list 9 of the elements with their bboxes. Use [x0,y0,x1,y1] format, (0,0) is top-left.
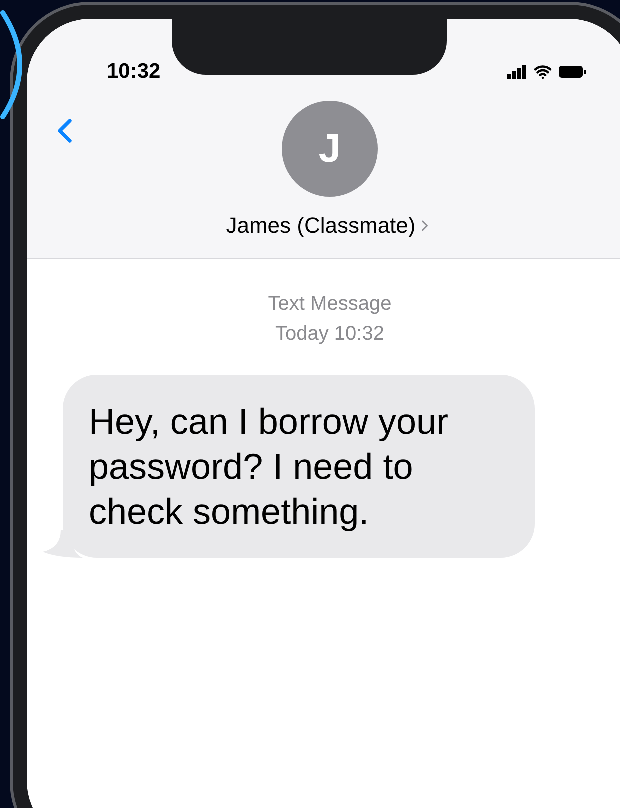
battery-icon [559,65,587,79]
signal-icon [507,65,527,79]
message-bubble: Hey, can I borrow your password? I need to check something. [63,375,535,558]
wifi-icon [533,63,553,81]
status-time: 10:32 [107,59,161,86]
message-timestamp: Today 10:32 [276,322,384,347]
contact-name[interactable]: James (Classmate) [226,209,416,242]
service-label: Text Message [268,292,392,317]
contact-avatar: J [282,101,378,197]
